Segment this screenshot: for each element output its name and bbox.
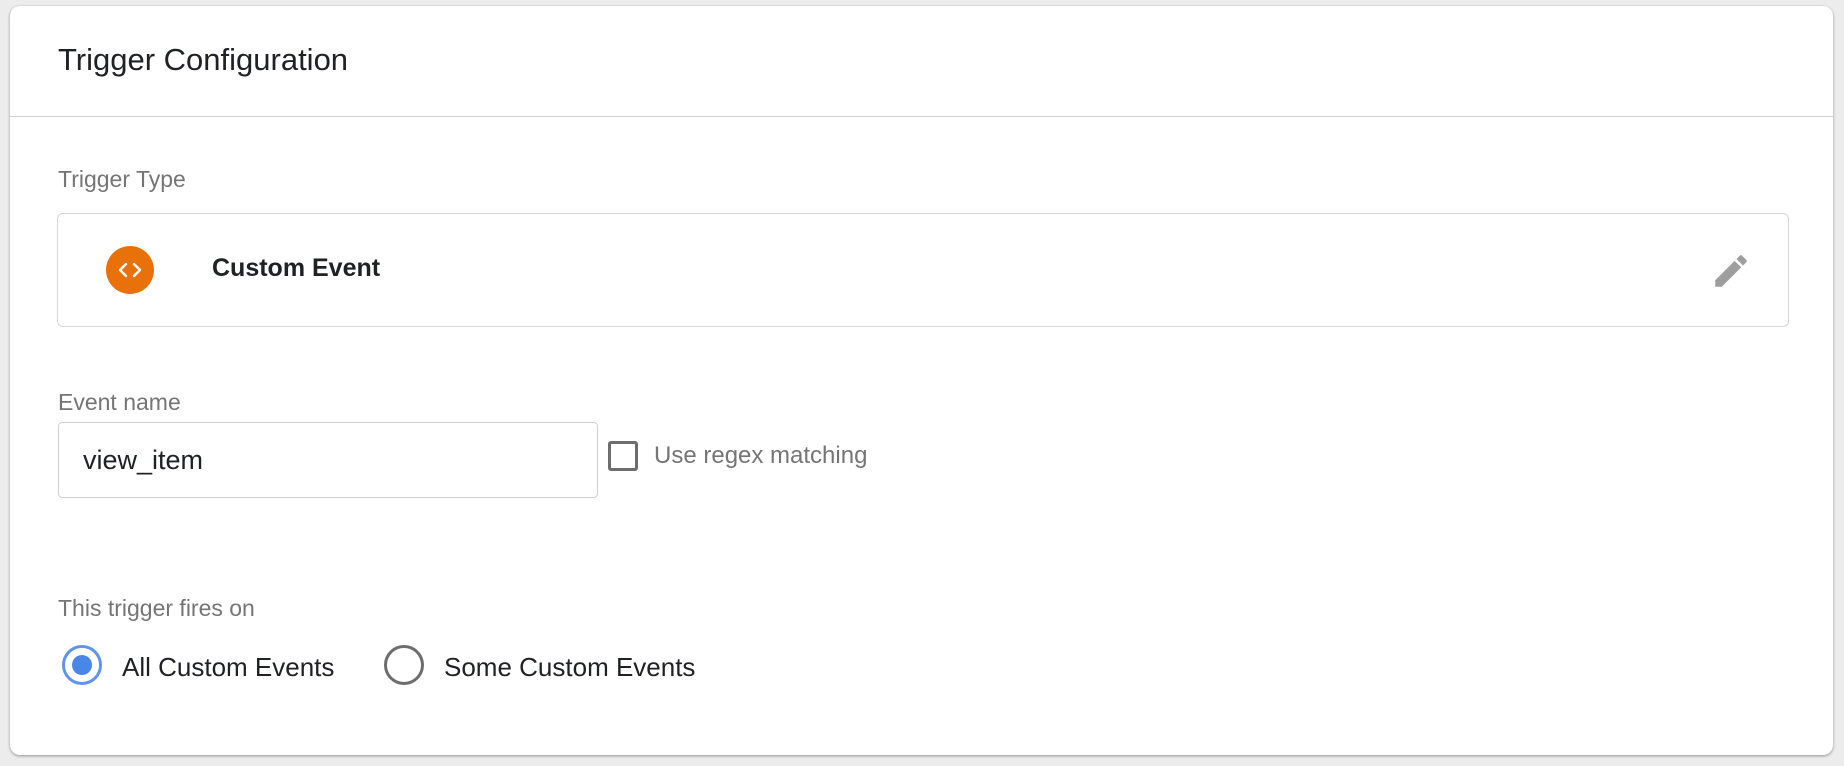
event-name-label: Event name [58,389,181,415]
radio-all-custom-events[interactable] [62,645,102,685]
regex-checkbox[interactable] [608,441,638,471]
radio-some-custom-events[interactable] [384,645,424,685]
radio-all-custom-events-label[interactable]: All Custom Events [122,652,334,683]
regex-checkbox-label[interactable]: Use regex matching [654,442,867,470]
trigger-type-label: Trigger Type [58,166,186,192]
card-header: Trigger Configuration [10,6,1833,117]
fires-on-label: This trigger fires on [58,595,255,621]
pencil-icon[interactable] [1710,250,1752,292]
radio-some-custom-events-label[interactable]: Some Custom Events [444,652,695,683]
trigger-type-selector[interactable]: Custom Event [57,213,1789,327]
trigger-type-name: Custom Event [212,254,381,282]
event-name-input[interactable] [58,422,598,498]
card-title: Trigger Configuration [58,42,349,77]
code-brackets-icon [106,246,154,294]
radio-selected-dot [72,655,92,675]
trigger-configuration-card: Trigger Configuration Trigger Type Custo… [10,6,1833,755]
